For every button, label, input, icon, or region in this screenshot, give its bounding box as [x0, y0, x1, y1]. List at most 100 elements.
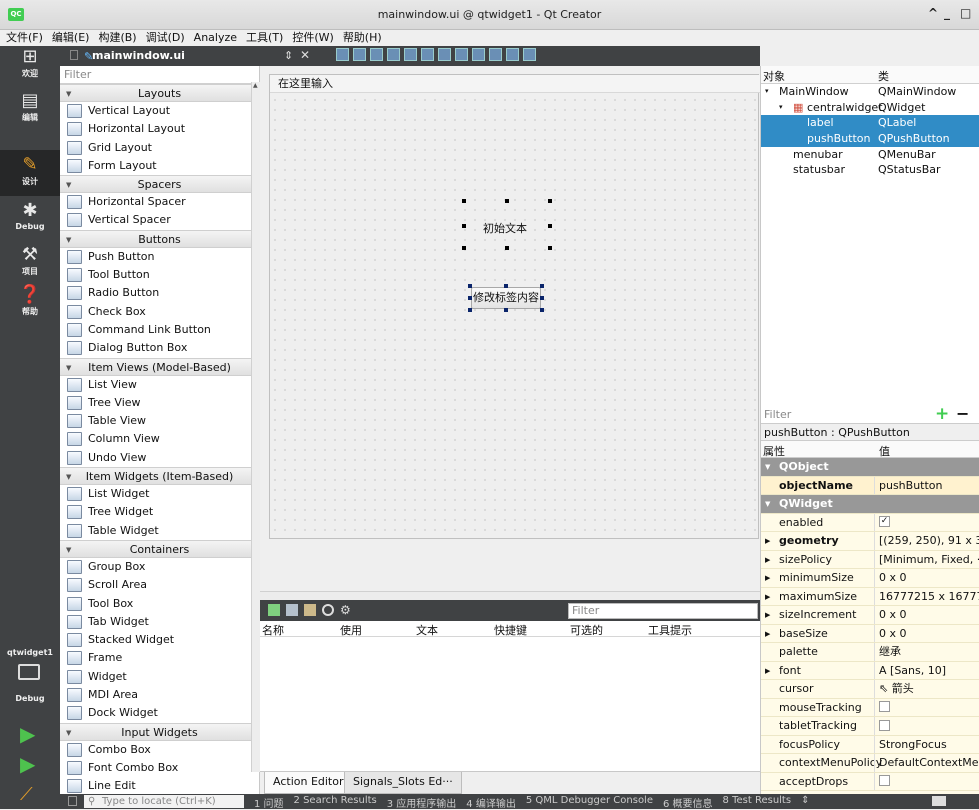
- property-value[interactable]: [(259, 250), 91 x 31]: [879, 532, 979, 551]
- mode-welcome[interactable]: ⊞ 欢迎: [0, 46, 60, 88]
- monitor-icon[interactable]: [18, 664, 40, 680]
- widget-item[interactable]: Widget: [60, 668, 259, 686]
- widget-item[interactable]: MDI Area: [60, 686, 259, 704]
- widget-item[interactable]: Tool Button: [60, 266, 259, 284]
- widget-item[interactable]: Radio Button: [60, 284, 259, 302]
- column-header[interactable]: 文本: [416, 622, 438, 638]
- column-header[interactable]: 快捷键: [494, 622, 527, 638]
- property-value[interactable]: 0 x 0: [879, 569, 907, 588]
- pane-test-results[interactable]: 8 Test Results: [723, 795, 792, 810]
- widget-category-header[interactable]: ▼ Containers: [60, 539, 259, 558]
- selection-handle[interactable]: [462, 246, 466, 250]
- pane-issues[interactable]: 1 问题: [254, 795, 284, 810]
- minimize-icon[interactable]: _: [944, 6, 950, 20]
- selection-handle[interactable]: [540, 296, 544, 300]
- pane-general-messages[interactable]: 6 概要信息: [663, 795, 713, 810]
- property-checkbox[interactable]: [879, 719, 890, 731]
- layout-vertical-icon[interactable]: [421, 48, 434, 61]
- column-header[interactable]: 对象: [763, 68, 785, 84]
- tab-action-editor[interactable]: Action Editor: [264, 772, 353, 794]
- column-header[interactable]: 名称: [262, 622, 284, 638]
- push-button-widget[interactable]: 修改标签内容: [471, 287, 541, 309]
- selection-handle[interactable]: [505, 246, 509, 250]
- column-header[interactable]: 类: [878, 68, 889, 84]
- collapse-arrow-icon[interactable]: ▼: [66, 85, 71, 103]
- property-row[interactable]: ▶ baseSize 0 x 0: [761, 624, 979, 644]
- tree-expander-icon[interactable]: ▾: [779, 100, 783, 116]
- property-checkbox[interactable]: [879, 775, 890, 786]
- widget-item[interactable]: Grid Layout: [60, 139, 259, 157]
- widget-item[interactable]: Tree View: [60, 394, 259, 412]
- selection-handle[interactable]: [462, 224, 466, 228]
- property-row[interactable]: contextMenuPolicyDefaultContextMenu: [761, 754, 979, 773]
- new-action-icon[interactable]: [268, 604, 280, 616]
- close-file-icon[interactable]: ✕: [300, 48, 310, 62]
- widget-item[interactable]: Horizontal Spacer: [60, 193, 259, 211]
- mode-debug[interactable]: ✱ Debug: [0, 200, 60, 242]
- layout-split-v-icon[interactable]: [455, 48, 468, 61]
- widget-item[interactable]: Line Edit: [60, 777, 259, 794]
- property-group-row[interactable]: ▼ QObject: [761, 458, 979, 477]
- selection-handle[interactable]: [548, 224, 552, 228]
- widget-item[interactable]: Check Box: [60, 303, 259, 321]
- object-tree-row[interactable]: ▾ MainWindow QMainWindow: [761, 84, 979, 100]
- widget-item[interactable]: Font Combo Box: [60, 759, 259, 777]
- widget-category-header[interactable]: ▼ Buttons: [60, 229, 259, 248]
- widget-item[interactable]: Stacked Widget: [60, 631, 259, 649]
- form-canvas[interactable]: 在这里输入 初始文本 修改标签内容: [269, 74, 760, 539]
- property-value[interactable]: 16777215 x 167772···: [879, 588, 979, 607]
- collapse-arrow-icon[interactable]: ▼: [66, 359, 71, 377]
- object-tree-row[interactable]: label QLabel: [761, 115, 979, 132]
- widget-category-header[interactable]: ▼ Spacers: [60, 175, 259, 194]
- break-layout-icon[interactable]: [506, 48, 519, 61]
- selection-handle[interactable]: [505, 199, 509, 203]
- widget-item[interactable]: Group Box: [60, 558, 259, 576]
- widget-item[interactable]: Tool Box: [60, 595, 259, 613]
- restore-icon[interactable]: □: [960, 6, 971, 20]
- pane-qml-debugger-console[interactable]: 5 QML Debugger Console: [526, 795, 653, 810]
- pane-compile-output[interactable]: 4 编译输出: [466, 795, 516, 810]
- delete-action-icon[interactable]: [322, 604, 334, 616]
- selection-handle[interactable]: [548, 199, 552, 203]
- widget-item[interactable]: Scroll Area: [60, 576, 259, 594]
- add-dynamic-property-icon[interactable]: +: [935, 404, 949, 424]
- edit-signals-icon[interactable]: [353, 48, 366, 61]
- selection-handle[interactable]: [540, 284, 544, 288]
- action-filter-input[interactable]: Filter: [568, 603, 758, 619]
- tree-expander-icon[interactable]: ▾: [765, 84, 769, 100]
- property-row[interactable]: focusPolicy StrongFocus: [761, 735, 979, 754]
- run-icon[interactable]: ▶: [20, 722, 35, 746]
- property-row[interactable]: palette 继承: [761, 643, 979, 662]
- column-header[interactable]: 工具提示: [648, 622, 692, 638]
- property-row[interactable]: cursor ⇖ 箭头: [761, 680, 979, 699]
- property-filter-input[interactable]: Filter: [764, 408, 791, 421]
- canvas-horizontal-scrollbar[interactable]: [260, 591, 760, 600]
- column-header[interactable]: 值: [879, 443, 890, 459]
- menu-analyze[interactable]: Analyze: [194, 30, 237, 46]
- widget-item[interactable]: Vertical Layout: [60, 102, 259, 120]
- layout-split-h-icon[interactable]: [438, 48, 451, 61]
- menu-widgets[interactable]: 控件(W): [292, 30, 333, 46]
- object-tree-row[interactable]: pushButton QPushButton: [761, 131, 979, 147]
- layout-horizontal-icon[interactable]: [404, 48, 417, 61]
- property-value[interactable]: DefaultContextMenu: [879, 754, 979, 773]
- pane-search-results[interactable]: 2 Search Results: [294, 795, 377, 810]
- selection-handle[interactable]: [504, 308, 508, 312]
- open-file-name[interactable]: mainwindow.ui: [92, 49, 185, 62]
- property-row[interactable]: ▶ font A [Sans, 10]: [761, 661, 979, 680]
- selection-handle[interactable]: [540, 308, 544, 312]
- toggle-sidebar-icon[interactable]: [68, 796, 77, 806]
- split-icon[interactable]: [70, 50, 78, 60]
- property-row[interactable]: mouseTracking: [761, 698, 979, 717]
- edit-widgets-icon[interactable]: [336, 48, 349, 61]
- widget-item[interactable]: Frame: [60, 649, 259, 667]
- property-value[interactable]: 0 x 0: [879, 625, 907, 644]
- mode-edit[interactable]: ▤ 编辑: [0, 90, 60, 132]
- widget-category-header[interactable]: ▼ Layouts: [60, 84, 259, 102]
- property-row[interactable]: ▶ minimumSize 0 x 0: [761, 569, 979, 588]
- selection-handle[interactable]: [468, 284, 472, 288]
- property-value[interactable]: 继承: [879, 643, 901, 662]
- column-header[interactable]: 属性: [763, 443, 785, 459]
- widget-category-header[interactable]: ▼ Item Widgets (Item-Based): [60, 467, 259, 486]
- property-value[interactable]: pushButton: [879, 477, 943, 496]
